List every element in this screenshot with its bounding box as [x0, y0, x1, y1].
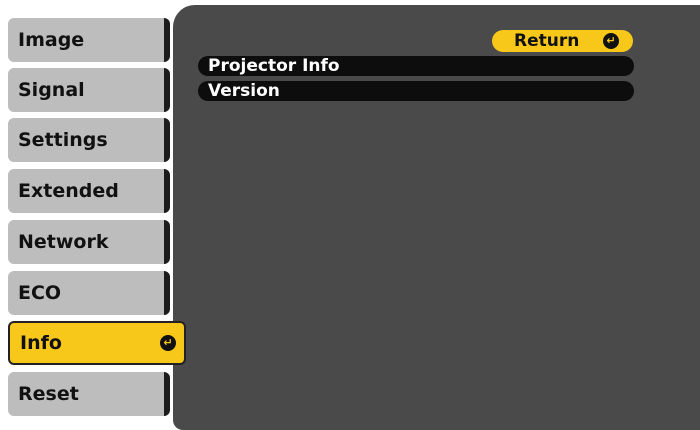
menu-item-version[interactable]: Version [198, 81, 634, 101]
tab-info[interactable]: Info ↵ [8, 321, 186, 365]
menu-tabs: Image Signal Settings Extended Network E… [0, 0, 190, 430]
tab-label: Extended [18, 180, 119, 202]
tab-label: Signal [18, 79, 85, 101]
menu-item-label: Version [208, 81, 280, 101]
tab-extended[interactable]: Extended [8, 169, 170, 213]
enter-icon: ↵ [603, 33, 619, 49]
tab-label: Image [18, 29, 85, 51]
return-button[interactable]: Return ↵ [492, 30, 633, 52]
tab-settings[interactable]: Settings [8, 118, 170, 162]
tab-image[interactable]: Image [8, 18, 170, 62]
tab-label: Network [18, 231, 109, 253]
menu-item-label: Projector Info [208, 56, 340, 76]
menu-item-projector-info[interactable]: Projector Info [198, 56, 634, 76]
tab-reset[interactable]: Reset [8, 372, 170, 416]
tab-label: Info [20, 332, 62, 354]
projector-menu: Image Signal Settings Extended Network E… [0, 0, 700, 430]
tab-signal[interactable]: Signal [8, 68, 170, 112]
tab-network[interactable]: Network [8, 220, 170, 264]
enter-icon: ↵ [160, 335, 176, 351]
tab-label: ECO [18, 282, 62, 304]
return-label: Return [514, 31, 580, 51]
tab-label: Reset [18, 383, 79, 405]
tab-label: Settings [18, 129, 108, 151]
tab-eco[interactable]: ECO [8, 271, 170, 315]
